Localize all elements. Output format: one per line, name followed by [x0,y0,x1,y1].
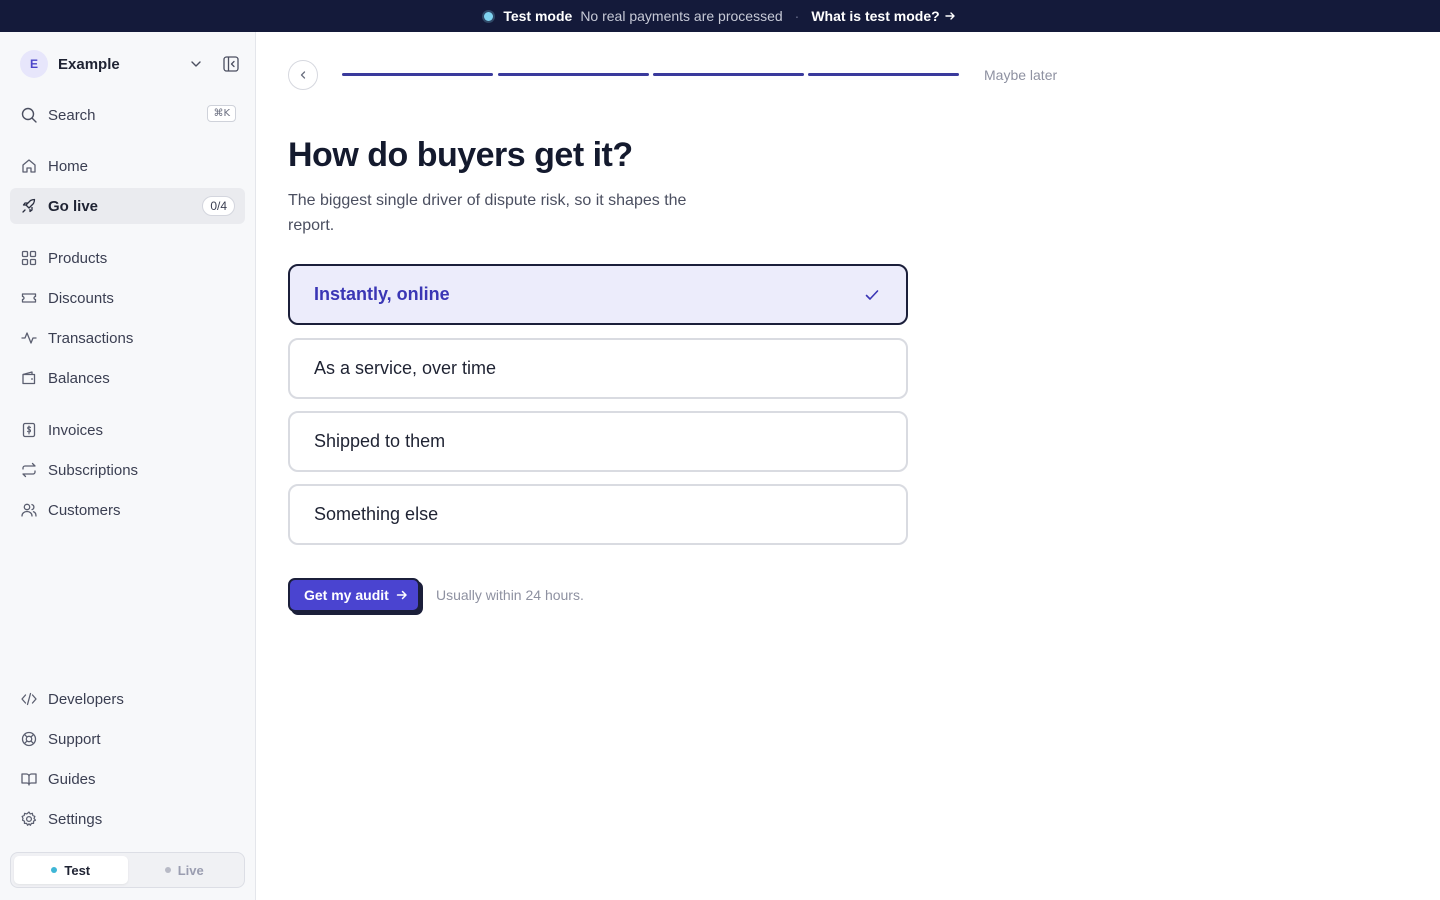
banner-note: No real payments are processed [580,8,783,24]
sidebar-item-label: Discounts [48,289,114,307]
sidebar-item-label: Transactions [48,329,134,347]
sidebar-item-discounts[interactable]: Discounts [10,280,245,316]
progress-step-1 [342,73,493,76]
sidebar-item-label: Support [48,730,101,748]
maybe-later-link[interactable]: Maybe later [984,67,1057,83]
gear-icon [20,810,38,828]
sidebar-item-invoices[interactable]: Invoices [10,412,245,448]
banner-separator: · [794,8,800,24]
option-something-else[interactable]: Something else [288,484,908,545]
sidebar-item-label: Developers [48,690,124,708]
users-icon [20,501,38,519]
repeat-icon [20,461,38,479]
sidebar-item-subscriptions[interactable]: Subscriptions [10,452,245,488]
option-label: As a service, over time [314,358,497,378]
search-shortcut: ⌘K [207,105,236,122]
option-shipped[interactable]: Shipped to them [288,411,908,472]
sidebar-item-label: Customers [48,501,121,519]
sidebar-item-transactions[interactable]: Transactions [10,320,245,356]
search-button[interactable]: Search ⌘K [20,104,236,126]
live-dot-icon [164,867,171,873]
sidebar-item-label: Invoices [48,421,104,439]
sidebar-item-home[interactable]: Home [10,148,245,184]
page-title: How do buyers get it? [288,136,633,174]
test-dot-icon [51,867,58,873]
sidebar-item-guides[interactable]: Guides [10,761,245,797]
sidebar-item-customers[interactable]: Customers [10,492,245,528]
collapse-sidebar-icon[interactable] [222,55,240,73]
sidebar: E Example Search ⌘K Home Go live 0/4 Pro… [0,32,256,900]
env-live-option[interactable]: Live [128,856,242,884]
page-subtitle: The biggest single driver of dispute ris… [288,192,687,234]
rocket-icon [20,197,38,215]
sidebar-item-settings[interactable]: Settings [10,801,245,837]
check-icon [865,290,879,300]
search-label: Search [48,106,96,124]
get-my-audit-button[interactable]: Get my audit [288,578,420,612]
arrow-right-icon [396,590,407,600]
ticket-icon [20,289,38,307]
wallet-icon [20,369,38,387]
arrow-right-icon [944,12,955,20]
sidebar-item-support[interactable]: Support [10,721,245,757]
sidebar-item-go-live[interactable]: Go live 0/4 [10,188,245,224]
env-live-label: Live [177,862,204,878]
grid-icon [20,249,38,267]
home-icon [20,157,38,175]
code-icon [20,690,38,708]
test-mode-indicator-icon [484,11,494,21]
progress-step-4 [808,73,959,76]
book-icon [20,770,38,788]
env-test-option[interactable]: Test [14,856,128,884]
option-label: Something else [314,504,439,524]
sidebar-item-label: Settings [48,810,103,828]
sidebar-item-developers[interactable]: Developers [10,681,245,717]
option-service-over-time[interactable]: As a service, over time [288,338,908,399]
chevron-left-icon [300,71,306,79]
invoice-icon [20,421,38,439]
sidebar-item-label: Balances [48,369,110,387]
workspace-switcher[interactable]: E Example [20,50,240,78]
search-icon [21,107,37,123]
sidebar-item-label: Home [48,157,89,175]
chevron-down-icon[interactable] [188,56,204,72]
what-is-test-mode-link[interactable]: What is test mode? [811,8,955,24]
sidebar-item-label: Go live [48,197,99,215]
workspace-avatar: E [20,50,48,78]
submit-label: Get my audit [304,587,389,603]
environment-toggle: Test Live [10,852,245,888]
progress-step-3 [653,73,804,76]
test-mode-banner: Test mode No real payments are processed… [0,0,1440,32]
lifebuoy-icon [20,730,38,748]
banner-link-label: What is test mode? [811,8,940,24]
env-test-label: Test [64,862,91,878]
banner-mode-label: Test mode [503,8,573,24]
option-label: Shipped to them [314,431,446,451]
option-instantly-online[interactable]: Instantly, online [288,264,908,325]
sidebar-item-balances[interactable]: Balances [10,360,245,396]
submit-hint: Usually within 24 hours. [436,587,584,603]
option-label: Instantly, online [314,284,450,304]
progress-step-2 [498,73,649,76]
sidebar-item-label: Subscriptions [48,461,139,479]
sidebar-item-products[interactable]: Products [10,240,245,276]
workspace-name: Example [58,55,120,73]
activity-icon [20,329,38,347]
sidebar-item-label: Products [48,249,108,267]
sidebar-item-label: Guides [48,770,96,788]
back-button[interactable] [288,60,318,90]
go-live-progress-badge: 0/4 [202,196,235,216]
